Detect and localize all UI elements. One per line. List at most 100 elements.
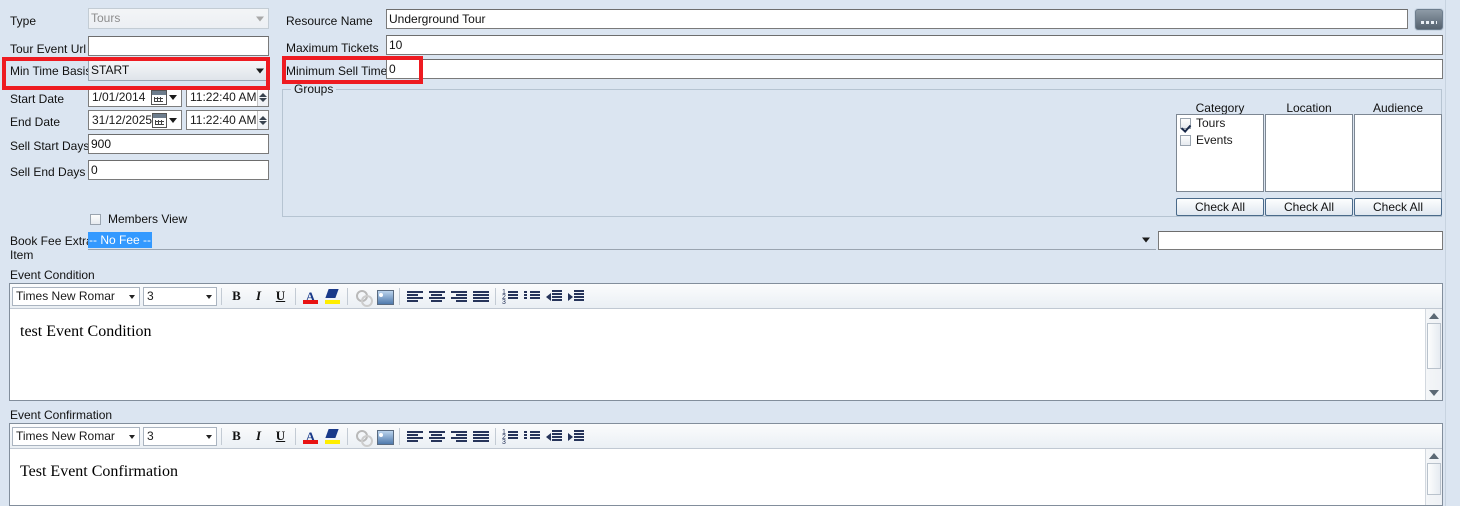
scroll-up-icon[interactable]	[1429, 313, 1439, 319]
minimum-sell-time-input[interactable]: 0	[386, 59, 1443, 79]
bulleted-list-icon[interactable]	[522, 426, 543, 447]
event-condition-editor[interactable]: Times New Romar 3 B I U A 1 2 3 test Eve…	[9, 283, 1443, 401]
event-confirmation-toolbar: Times New Romar 3 B I U A 1 2 3	[10, 424, 1442, 449]
audience-check-all-button[interactable]: Check All	[1354, 198, 1442, 216]
sell-end-days-input[interactable]: 0	[88, 160, 269, 180]
book-fee-extra-item-label-line2: Item	[10, 248, 34, 262]
time-spinner[interactable]	[256, 88, 268, 106]
book-fee-extra-item-label-line1: Book Fee Extra	[10, 234, 93, 248]
align-center-icon[interactable]	[426, 426, 447, 447]
align-right-icon[interactable]	[448, 286, 469, 307]
list-item[interactable]: Tours	[1177, 115, 1263, 132]
decrease-indent-icon[interactable]	[544, 286, 565, 307]
highlight-icon[interactable]	[322, 426, 343, 447]
highlight-icon[interactable]	[322, 286, 343, 307]
font-name-value: Times New Romar	[16, 429, 115, 443]
category-listbox[interactable]: Tours Events	[1176, 114, 1264, 192]
audience-listbox[interactable]	[1354, 114, 1442, 192]
font-color-icon[interactable]: A	[300, 286, 321, 307]
font-name-select[interactable]: Times New Romar	[12, 286, 140, 306]
font-size-select[interactable]: 3	[143, 426, 217, 446]
min-time-basis-combobox[interactable]: START	[88, 60, 269, 81]
page-scrollbar[interactable]	[1445, 0, 1460, 506]
location-listbox[interactable]	[1265, 114, 1353, 192]
decrease-indent-icon[interactable]	[544, 426, 565, 447]
underline-icon[interactable]: U	[270, 286, 291, 307]
start-date-picker[interactable]: 1/01/2014	[88, 87, 182, 107]
minimum-sell-time-label: Minimum Sell Time	[286, 64, 388, 78]
location-check-all-button[interactable]: Check All	[1265, 198, 1353, 216]
align-justify-icon[interactable]	[470, 426, 491, 447]
font-size-value: 3	[147, 429, 154, 443]
min-time-basis-value: START	[91, 63, 130, 77]
italic-icon[interactable]: I	[248, 426, 269, 447]
sell-start-days-input[interactable]: 900	[88, 134, 269, 154]
italic-icon[interactable]: I	[248, 286, 269, 307]
groups-title: Groups	[291, 82, 337, 96]
members-view-checkbox[interactable]	[90, 213, 101, 225]
image-icon[interactable]	[374, 286, 395, 307]
audience-header: Audience	[1372, 101, 1424, 115]
min-time-basis-label: Min Time Basis	[10, 64, 92, 78]
checkbox-icon[interactable]	[1180, 135, 1191, 146]
image-icon[interactable]	[374, 426, 395, 447]
align-justify-icon[interactable]	[470, 286, 491, 307]
numbered-list-icon[interactable]: 123	[500, 426, 521, 447]
check-all-label: Check All	[1194, 200, 1246, 214]
event-confirmation-content-area[interactable]: Test Event Confirmation	[10, 449, 1442, 505]
start-date-value: 1/01/2014	[92, 90, 146, 104]
scroll-up-icon[interactable]	[1429, 453, 1439, 459]
type-label: Type	[10, 14, 37, 28]
event-condition-scrollbar[interactable]	[1425, 309, 1442, 400]
font-size-select[interactable]: 3	[143, 286, 217, 306]
event-confirmation-scrollbar[interactable]	[1425, 449, 1442, 505]
end-date-picker[interactable]: 31/12/2025	[88, 110, 182, 130]
font-name-select[interactable]: Times New Romar	[12, 426, 140, 446]
resource-name-input[interactable]: Underground Tour	[386, 9, 1408, 29]
ellipsis-icon[interactable]	[1415, 9, 1443, 30]
event-confirmation-editor[interactable]: Times New Romar 3 B I U A 1 2 3 Test Eve…	[9, 423, 1443, 506]
scroll-down-icon[interactable]	[1429, 390, 1439, 396]
align-left-icon[interactable]	[404, 286, 425, 307]
underline-icon[interactable]: U	[270, 426, 291, 447]
align-right-icon[interactable]	[448, 426, 469, 447]
check-all-label: Check All	[1372, 200, 1424, 214]
chevron-down-icon	[1142, 237, 1150, 243]
scrollbar-thumb[interactable]	[1427, 323, 1441, 369]
checkbox-checked-icon[interactable]	[1180, 118, 1191, 129]
numbered-list-icon[interactable]: 123	[500, 286, 521, 307]
chevron-down-icon	[256, 68, 264, 73]
scrollbar-thumb[interactable]	[1427, 463, 1441, 495]
end-time-picker[interactable]: 11:22:40 AM	[186, 110, 269, 130]
location-header: Location	[1286, 101, 1332, 115]
increase-indent-icon[interactable]	[566, 426, 587, 447]
bold-icon[interactable]: B	[226, 426, 247, 447]
toolbar-divider	[347, 427, 348, 445]
align-left-icon[interactable]	[404, 426, 425, 447]
toolbar-divider	[399, 287, 400, 305]
start-time-picker[interactable]: 11:22:40 AM	[186, 87, 269, 107]
list-item[interactable]: Events	[1177, 132, 1263, 149]
list-item-label: Tours	[1196, 116, 1226, 130]
bulleted-list-icon[interactable]	[522, 286, 543, 307]
category-check-all-button[interactable]: Check All	[1176, 198, 1264, 216]
end-date-label: End Date	[10, 115, 61, 129]
members-view-checkbox-row[interactable]: Members View	[90, 212, 187, 226]
category-header: Category	[1195, 101, 1245, 115]
bold-icon[interactable]: B	[226, 286, 247, 307]
increase-indent-icon[interactable]	[566, 286, 587, 307]
maximum-tickets-input[interactable]: 10	[386, 35, 1443, 55]
font-color-icon[interactable]: A	[300, 426, 321, 447]
book-fee-extra-item-combobox[interactable]: -- No Fee --	[88, 232, 1156, 250]
chevron-down-icon	[169, 94, 177, 100]
toolbar-divider	[221, 287, 222, 305]
align-center-icon[interactable]	[426, 286, 447, 307]
chevron-down-icon	[256, 16, 264, 21]
toolbar-divider	[295, 427, 296, 445]
event-condition-content-area[interactable]: test Event Condition	[10, 309, 1442, 400]
time-spinner[interactable]	[256, 111, 268, 129]
tour-event-url-input[interactable]	[88, 36, 269, 56]
font-name-value: Times New Romar	[16, 289, 115, 303]
type-combobox[interactable]: Tours	[88, 8, 269, 29]
book-fee-secondary-input[interactable]	[1158, 231, 1443, 250]
